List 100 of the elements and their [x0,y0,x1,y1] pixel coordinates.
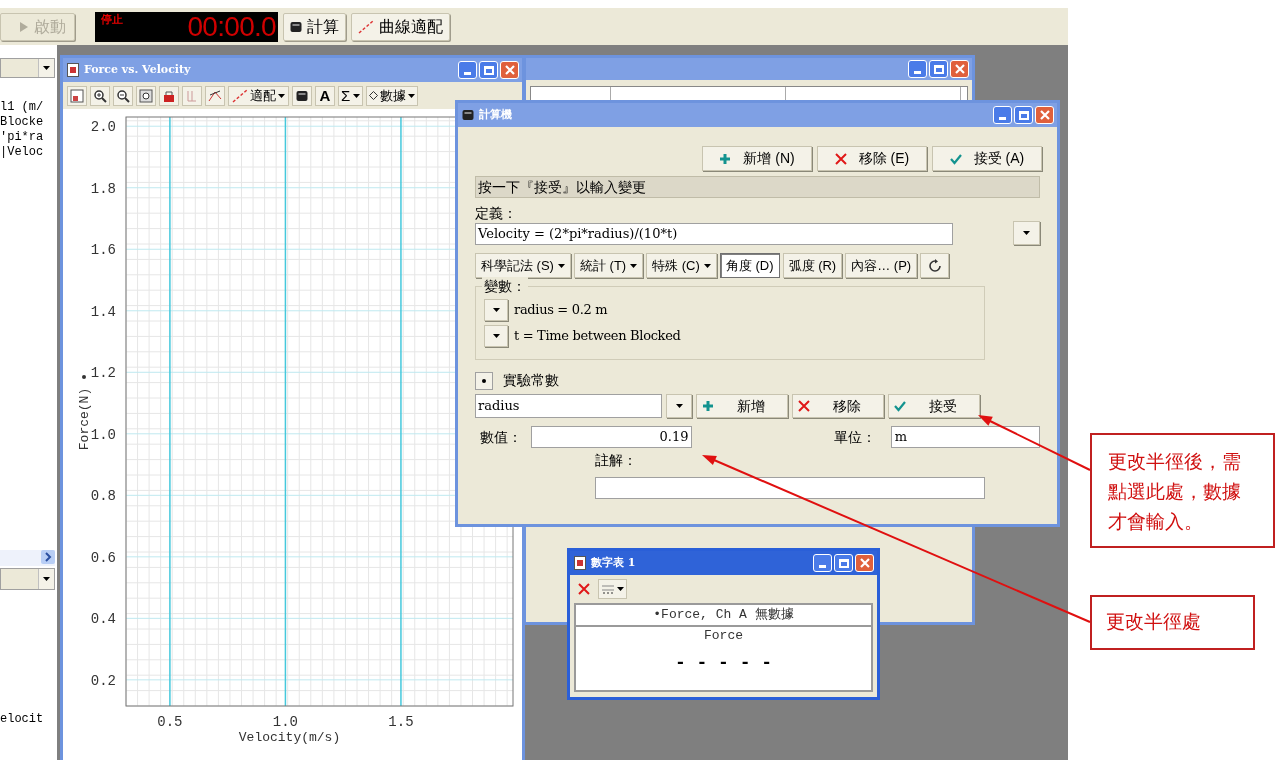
refresh-icon [927,258,942,273]
fit-button[interactable]: 適配 [228,85,289,106]
note-field[interactable] [595,477,985,499]
options-button[interactable] [598,579,627,599]
dropdown-button[interactable] [1013,221,1040,245]
tick-label: 1.8 [90,180,116,197]
minimize-button[interactable] [908,60,927,78]
minimize-button[interactable] [993,106,1012,124]
curve-fit-button[interactable]: 曲線適配 [351,12,450,41]
statistics-button[interactable]: Σ [338,85,364,106]
diamond-icon [369,91,379,100]
tangent-button[interactable] [205,85,225,106]
close-button[interactable] [500,61,519,79]
dropdown-button[interactable] [666,394,692,418]
autoscale-button[interactable] [67,85,87,106]
table-cell: - - - - - [674,653,773,673]
close-button[interactable] [950,60,969,78]
value-field[interactable]: 0.19 [531,426,693,448]
refresh-button[interactable] [920,253,950,278]
calculate-button[interactable] [292,85,312,106]
table-icon [601,583,615,595]
formula-field[interactable]: Velocity = (2*pi*radius)/(10*t) [475,223,953,245]
maximize-button[interactable] [834,554,853,572]
tick-label: 0.5 [157,714,183,730]
tick-label: 2.0 [90,119,116,136]
maximize-button[interactable] [929,60,948,78]
zoom-out-icon [116,88,130,103]
close-button[interactable] [855,554,874,572]
lock-icon [162,88,176,103]
check-icon [949,152,962,165]
field-label: 單位： [834,427,878,447]
dropdown-field[interactable] [0,58,55,78]
zoom-in-button[interactable] [90,85,110,106]
calculator-icon [290,20,302,33]
remove-button[interactable]: 移除 [792,394,884,418]
calculate-button[interactable]: 計算 [283,12,346,41]
zoom-out-button[interactable] [113,85,133,106]
minimize-button[interactable] [813,554,832,572]
caret-icon [278,93,285,98]
close-icon [798,400,810,412]
tick-label: 1.6 [90,242,116,259]
scrollbar[interactable] [0,550,55,566]
window-title: 計算機 [479,106,512,123]
toggle-button[interactable]: 弧度 (R) [782,253,843,278]
tangent-icon [208,88,222,103]
caret-icon [1023,231,1030,235]
toggle-button[interactable]: 角度 (D) [719,253,780,278]
tick-label: 0.8 [90,488,116,505]
field-label: 註解： [595,451,637,470]
close-button[interactable] [1035,106,1054,124]
lock-button[interactable] [159,85,179,106]
timer-time: 00:00.0 [187,12,276,41]
accept-button[interactable]: 接受 [888,394,980,418]
toggle-box[interactable] [475,371,493,390]
dropdown-field[interactable] [0,568,55,590]
data-button[interactable]: 數據 [366,85,419,106]
minimize-button[interactable] [458,61,477,79]
line-icon [358,19,374,34]
accept-button[interactable]: 接受 (A) [932,146,1042,171]
menu-button[interactable]: 特殊 (C) [646,253,717,278]
autoscale-icon [70,88,84,103]
maximize-button[interactable] [479,61,498,79]
unit-field[interactable]: m [890,426,1040,448]
scroll-right-icon [41,550,55,564]
close-icon [1039,110,1050,120]
dropdown-button[interactable] [484,325,508,347]
column-header: •Force, Ch A 無數據 [576,605,871,627]
caret-icon [492,308,500,312]
tick-label: 1.4 [90,303,116,320]
menu-button[interactable]: 統計 (T) [573,253,644,278]
caret-icon [353,93,361,98]
menu-button[interactable]: 科學記法 (S) [475,253,571,278]
callout-text: 更改半徑處 [1090,595,1255,650]
close-icon [954,64,965,74]
add-button[interactable]: 新增 (N) [702,146,812,171]
properties-button[interactable]: 內容… (P) [845,253,918,278]
add-button[interactable]: 新增 [696,394,788,418]
text-button[interactable]: A [315,85,335,106]
close-icon [578,583,590,595]
close-icon [859,558,870,568]
tick-label: 1.2 [90,365,116,382]
variable-text: t = Time between Blocked [514,327,681,346]
axis-title: Force(N) [77,387,92,451]
caret-icon [408,93,416,98]
play-icon [20,21,28,32]
code-line: 'pi*ra [0,130,45,145]
code-line: l1 (m/ [0,100,45,115]
check-icon [894,400,906,412]
window-title: 數字表 1 [591,554,636,571]
axis-title: Velocity(m/s) [238,730,341,745]
dropdown-button[interactable] [484,299,508,321]
name-field[interactable]: radius [475,394,662,418]
maximize-button[interactable] [1014,106,1033,124]
calculator-icon [296,89,308,102]
caret-icon [630,263,638,268]
remove-button[interactable]: 移除 (E) [817,146,927,171]
zoom-button[interactable] [136,85,156,106]
code-line: Blocke [0,115,45,130]
variable-text: radius = 0.2 m [514,301,608,320]
caret-icon [43,577,50,581]
